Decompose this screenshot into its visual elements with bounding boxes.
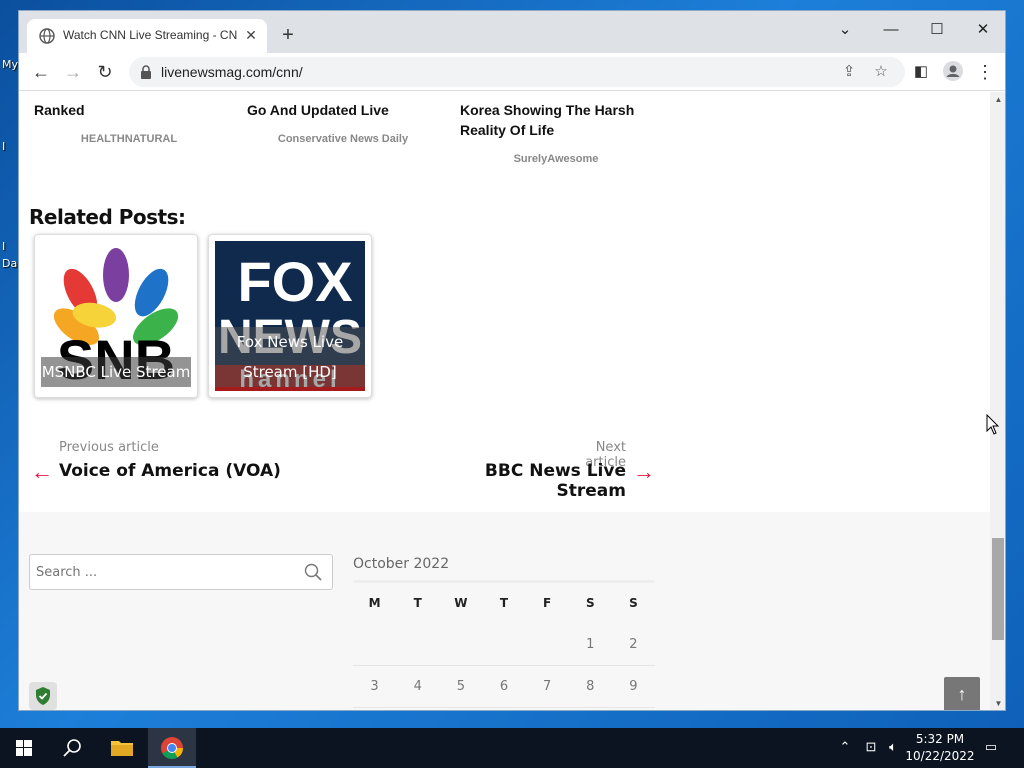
browser-window: Watch CNN Live Streaming - CNN ✕ + ⌄ — ☐… bbox=[18, 10, 1006, 711]
calendar-weekday: T bbox=[482, 580, 526, 624]
scrollbar-thumb[interactable] bbox=[992, 538, 1004, 640]
side-panel-icon[interactable]: ◧ bbox=[909, 60, 933, 84]
related-post-label: MSNBC Live Stream bbox=[41, 357, 191, 387]
calendar-day: 3 bbox=[353, 665, 397, 708]
search-icon bbox=[63, 739, 81, 757]
calendar-day: 7 bbox=[525, 665, 569, 708]
notification-icon[interactable]: ▭ bbox=[982, 738, 1000, 756]
maximize-button[interactable]: ☐ bbox=[917, 17, 957, 43]
calendar-day: 8 bbox=[568, 665, 612, 708]
start-button[interactable] bbox=[0, 728, 48, 768]
related-post-label: Fox News Live Stream [HD] bbox=[215, 327, 365, 387]
tab-cnn[interactable]: Watch CNN Live Streaming - CNN ✕ bbox=[27, 19, 267, 53]
calendar-day: 2 bbox=[611, 623, 655, 666]
network-icon[interactable]: ⊡ bbox=[862, 738, 880, 756]
shield-icon bbox=[36, 687, 50, 705]
arrow-right-icon[interactable]: → bbox=[633, 461, 655, 483]
scroll-down-icon[interactable]: ▼ bbox=[990, 696, 1005, 710]
globe-icon bbox=[39, 28, 55, 44]
next-article-link[interactable]: BBC News Live Stream bbox=[419, 461, 626, 501]
calendar-day bbox=[439, 623, 483, 666]
tab-title: Watch CNN Live Streaming - CNN bbox=[63, 28, 237, 42]
chrome-icon bbox=[161, 737, 183, 759]
back-button[interactable]: ← bbox=[29, 60, 53, 84]
tab-search-icon[interactable]: ⌄ bbox=[825, 17, 865, 43]
scroll-to-top-button[interactable]: ↑ bbox=[944, 677, 980, 710]
taskbar: ⌃ ⊡ 🔈︎ 5:32 PM 10/22/2022 ▭ bbox=[0, 728, 1024, 768]
calendar-day: 4 bbox=[396, 665, 440, 708]
lock-icon bbox=[141, 65, 151, 79]
article-title[interactable]: Go And Updated Live bbox=[247, 100, 447, 120]
file-explorer-button[interactable] bbox=[98, 728, 146, 768]
article-source[interactable]: SurelyAwesome bbox=[456, 153, 656, 165]
related-posts-heading: Related Posts: bbox=[29, 205, 186, 229]
scroll-up-icon[interactable]: ▲ bbox=[990, 92, 1005, 108]
calendar-day bbox=[482, 623, 526, 666]
desktop-icon-label[interactable]: My bbox=[2, 58, 18, 71]
mouse-cursor-icon bbox=[986, 414, 1000, 435]
browser-toolbar: ← → ↻ livenewsmag.com/cnn/ ⇪ ☆ ◧ ⋮ bbox=[19, 53, 1005, 91]
clock[interactable]: 5:32 PM 10/22/2022 bbox=[905, 731, 975, 765]
related-post-card[interactable]: SNB MSNBC Live Stream bbox=[34, 234, 198, 398]
search-taskbar-button[interactable] bbox=[48, 728, 96, 768]
fox-logo-text: FOX bbox=[237, 250, 352, 313]
folder-icon bbox=[111, 741, 133, 756]
calendar-day bbox=[396, 623, 440, 666]
calendar-day: 5 bbox=[439, 665, 483, 708]
desktop-icon-label[interactable]: Da bbox=[2, 257, 17, 270]
chevron-up-icon[interactable]: ⌃ bbox=[836, 738, 854, 756]
search-input[interactable] bbox=[36, 562, 286, 582]
article-source[interactable]: HEALTHNATURAL bbox=[29, 133, 229, 145]
clock-date: 10/22/2022 bbox=[905, 749, 975, 763]
forward-button[interactable]: → bbox=[61, 60, 85, 84]
calendar-weekday: T bbox=[396, 580, 440, 624]
minimize-button[interactable]: — bbox=[871, 17, 911, 43]
shield-badge[interactable] bbox=[29, 682, 57, 710]
calendar-weekday: M bbox=[353, 580, 397, 624]
related-post-card[interactable]: FOX NEWS hannel Fox News Live Stream [HD… bbox=[208, 234, 372, 398]
url-text: livenewsmag.com/cnn/ bbox=[161, 64, 303, 80]
calendar-caption: October 2022 bbox=[353, 556, 450, 572]
calendar-table: M T W T F S S 1 2 3 4 5 6 7 8 9 bbox=[353, 580, 655, 708]
reload-button[interactable]: ↻ bbox=[93, 60, 117, 84]
calendar-weekday: S bbox=[568, 580, 612, 624]
calendar-weekday: W bbox=[439, 580, 483, 624]
calendar-weekday: S bbox=[611, 580, 655, 624]
profile-avatar[interactable] bbox=[941, 60, 965, 84]
previous-article-link[interactable]: Voice of America (VOA) bbox=[59, 461, 281, 481]
desktop-icon-label[interactable]: I bbox=[2, 140, 5, 153]
calendar-weekday: F bbox=[525, 580, 569, 624]
web-page: Ranked HEALTHNATURAL Go And Updated Live… bbox=[19, 92, 990, 710]
previous-article-label: Previous article bbox=[59, 440, 159, 455]
chrome-taskbar-button[interactable] bbox=[148, 728, 196, 768]
desktop-icon-label[interactable]: I bbox=[2, 240, 5, 253]
calendar-day bbox=[525, 623, 569, 666]
footer-widgets: October 2022 M T W T F S S bbox=[19, 512, 990, 710]
article-title[interactable]: Ranked bbox=[34, 100, 234, 120]
bookmark-star-icon[interactable]: ☆ bbox=[871, 62, 891, 82]
address-bar[interactable]: livenewsmag.com/cnn/ ⇪ ☆ bbox=[129, 57, 905, 87]
calendar-day: 6 bbox=[482, 665, 526, 708]
windows-logo-icon bbox=[16, 740, 32, 756]
search-box[interactable] bbox=[29, 554, 333, 590]
share-icon[interactable]: ⇪ bbox=[839, 62, 859, 82]
close-window-button[interactable]: ✕ bbox=[963, 17, 1003, 43]
article-source[interactable]: Conservative News Daily bbox=[243, 133, 443, 145]
close-tab-icon[interactable]: ✕ bbox=[242, 26, 260, 44]
new-tab-button[interactable]: + bbox=[277, 25, 299, 47]
menu-kebab-icon[interactable]: ⋮ bbox=[973, 60, 997, 84]
search-icon[interactable] bbox=[304, 563, 322, 581]
page-scrollbar[interactable]: ▲ ▼ bbox=[990, 92, 1005, 710]
arrow-left-icon[interactable]: ← bbox=[31, 461, 53, 483]
calendar-day: 9 bbox=[611, 665, 655, 708]
article-title[interactable]: Korea Showing The Harsh Reality Of Life bbox=[460, 100, 650, 140]
calendar-day bbox=[353, 623, 397, 666]
tab-strip: Watch CNN Live Streaming - CNN ✕ + ⌄ — ☐… bbox=[19, 11, 1005, 53]
calendar-day: 1 bbox=[568, 623, 612, 666]
profile-icon bbox=[943, 61, 963, 81]
volume-icon[interactable]: 🔈︎ bbox=[884, 738, 902, 756]
clock-time: 5:32 PM bbox=[915, 732, 965, 746]
